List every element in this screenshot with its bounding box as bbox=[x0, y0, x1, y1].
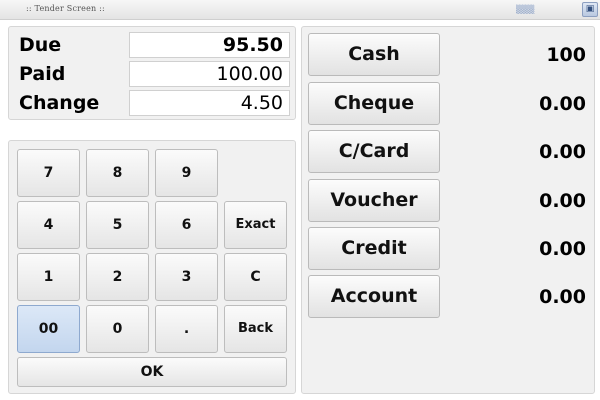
tender-panel: Cash 100 Cheque 0.00 C/Card 0.00 Voucher… bbox=[301, 26, 595, 394]
account-button[interactable]: Account bbox=[308, 275, 440, 318]
cheque-amount: 0.00 bbox=[539, 93, 586, 115]
cash-button[interactable]: Cash bbox=[308, 33, 440, 76]
key-2[interactable]: 2 bbox=[86, 253, 149, 301]
window-title: :: Tender Screen :: bbox=[26, 4, 105, 13]
cash-amount: 100 bbox=[546, 44, 586, 66]
key-8[interactable]: 8 bbox=[86, 149, 149, 197]
exact-button[interactable]: Exact bbox=[224, 201, 287, 249]
change-label: Change bbox=[19, 92, 100, 114]
key-3[interactable]: 3 bbox=[155, 253, 218, 301]
paid-label: Paid bbox=[19, 63, 66, 85]
key-0[interactable]: 0 bbox=[86, 305, 149, 353]
window-controls[interactable]: ▒▒▒ bbox=[516, 5, 534, 14]
voucher-amount: 0.00 bbox=[539, 190, 586, 212]
voucher-button[interactable]: Voucher bbox=[308, 179, 440, 222]
account-amount: 0.00 bbox=[539, 286, 586, 308]
key-1[interactable]: 1 bbox=[17, 253, 80, 301]
credit-button[interactable]: Credit bbox=[308, 227, 440, 270]
ccard-amount: 0.00 bbox=[539, 141, 586, 163]
ok-button[interactable]: OK bbox=[17, 357, 287, 387]
cheque-button[interactable]: Cheque bbox=[308, 82, 440, 125]
keypad-panel: 7 8 9 4 5 6 Exact 1 2 3 C 00 0 . Back OK bbox=[8, 140, 296, 394]
title-bar: :: Tender Screen :: ▒▒▒ ▣ bbox=[0, 0, 600, 20]
key-4[interactable]: 4 bbox=[17, 201, 80, 249]
clear-button[interactable]: C bbox=[224, 253, 287, 301]
credit-amount: 0.00 bbox=[539, 238, 586, 260]
due-label: Due bbox=[19, 34, 62, 56]
ccard-button[interactable]: C/Card bbox=[308, 130, 440, 173]
key-6[interactable]: 6 bbox=[155, 201, 218, 249]
decimal-button[interactable]: . bbox=[155, 305, 218, 353]
key-7[interactable]: 7 bbox=[17, 149, 80, 197]
due-field: 95.50 bbox=[129, 32, 290, 58]
key-00[interactable]: 00 bbox=[17, 305, 80, 353]
key-9[interactable]: 9 bbox=[155, 149, 218, 197]
key-5[interactable]: 5 bbox=[86, 201, 149, 249]
window-menu-icon[interactable]: ▣ bbox=[582, 2, 598, 17]
summary-panel: Due 95.50 Paid 100.00 Change 4.50 bbox=[8, 26, 296, 120]
change-field: 4.50 bbox=[129, 90, 290, 116]
paid-field[interactable]: 100.00 bbox=[129, 61, 290, 87]
back-button[interactable]: Back bbox=[224, 305, 287, 353]
